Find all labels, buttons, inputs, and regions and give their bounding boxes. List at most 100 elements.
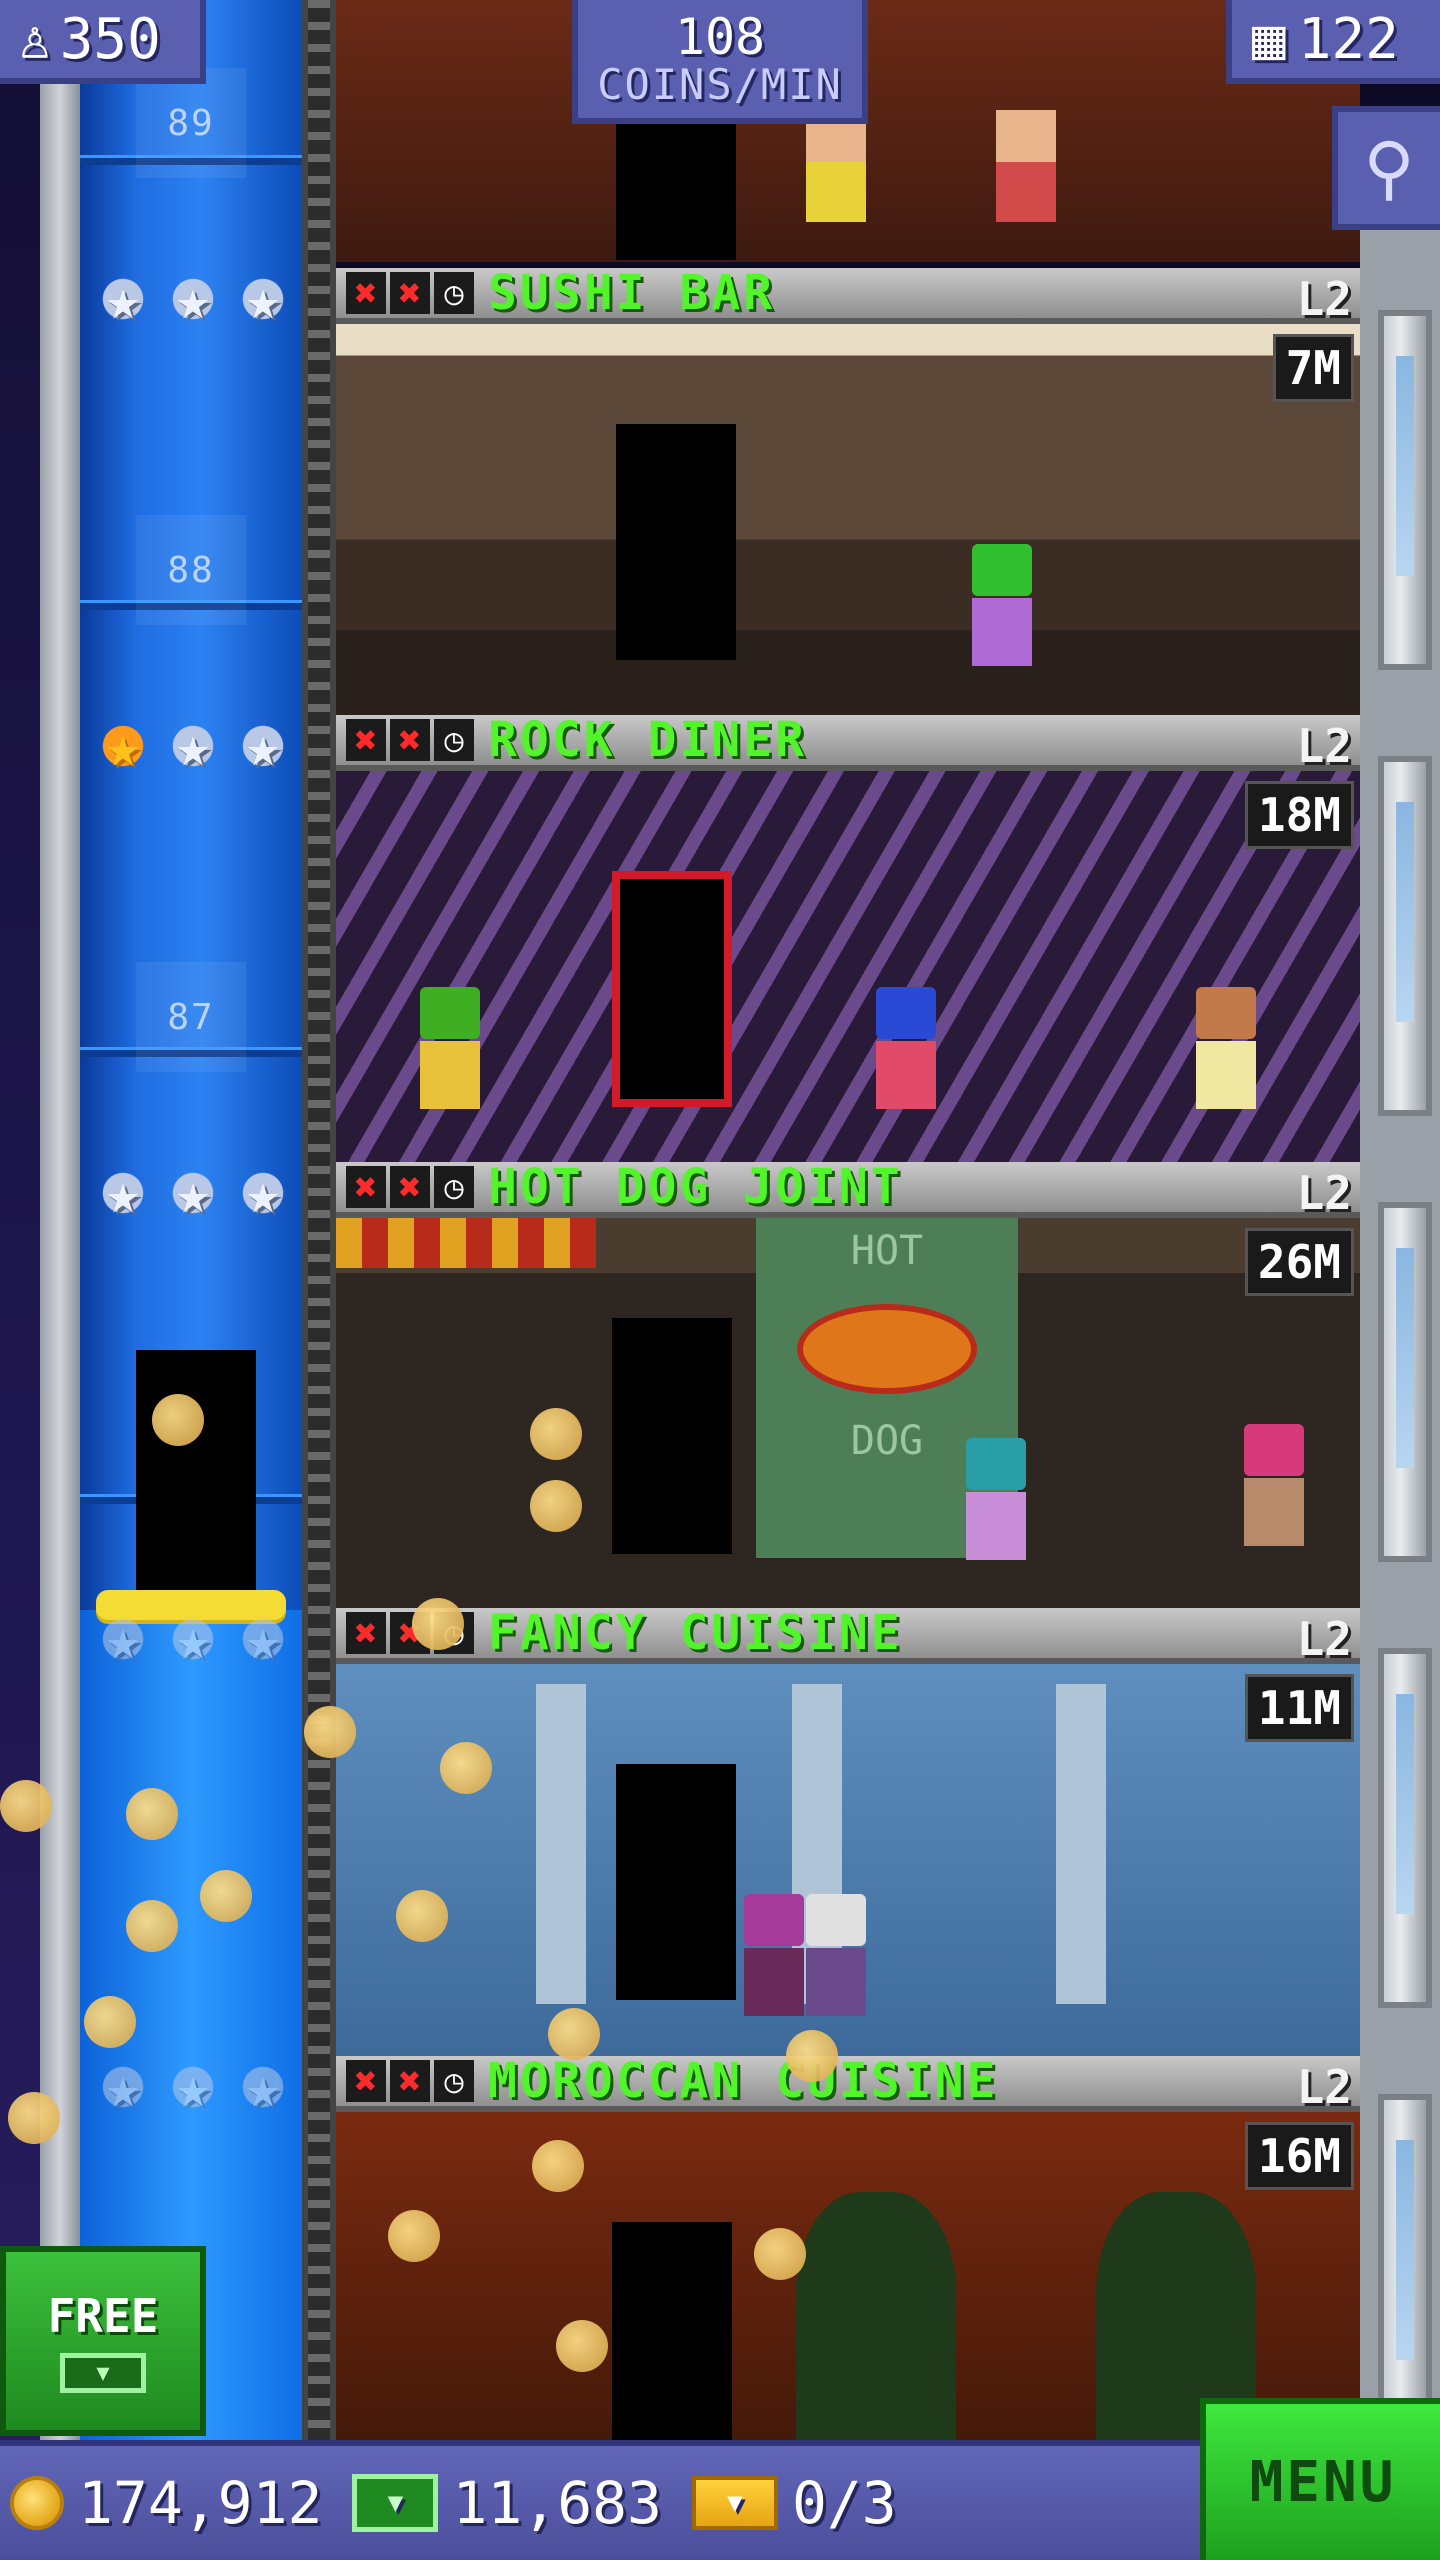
star-icon: ★ xyxy=(92,1608,154,1670)
coin-particle xyxy=(754,2228,806,2280)
population-value: 350 xyxy=(59,6,161,72)
star-icon: ★ xyxy=(162,1608,224,1670)
floor-room[interactable]: HOT DOG xyxy=(336,1218,1360,1610)
floor-room[interactable] xyxy=(336,2112,1360,2440)
free-bux-button[interactable]: FREE ▼ xyxy=(0,2246,206,2436)
coin-particle xyxy=(530,1480,582,1532)
coins-value: 174,912 xyxy=(78,2469,323,2537)
tower-right-rail xyxy=(1360,230,1440,2454)
ticket-icon: ▼ xyxy=(691,2476,778,2530)
elevator-door xyxy=(612,871,732,1107)
visitor[interactable] xyxy=(420,987,480,1109)
star-icon: ★ xyxy=(162,715,224,777)
elevator-door xyxy=(612,1318,732,1554)
floor-name: SUSHI BAR xyxy=(488,268,776,321)
bux-icon: ▼ xyxy=(352,2474,439,2532)
coin-particle xyxy=(8,2092,60,2144)
star-icon: ★ xyxy=(92,268,154,330)
close-icon: ✖ xyxy=(390,2059,430,2103)
coins-display[interactable]: 174,912 xyxy=(10,2469,322,2537)
floor-name: FANCY CUISINE xyxy=(488,1608,903,1661)
zoom-button[interactable]: ⚲ xyxy=(1332,106,1440,230)
visitor[interactable] xyxy=(972,544,1032,666)
floor-room[interactable] xyxy=(336,1664,1360,2056)
floor-stars: ★ ★ ★ xyxy=(92,1608,294,1678)
close-icon: ✖ xyxy=(390,718,430,762)
floor-moroccan-cuisine[interactable]: ✖ ✖ ◷ MOROCCAN CUISINE L2 16M xyxy=(336,2056,1360,2440)
tower-outer-rail xyxy=(40,0,80,2440)
star-icon: ★ xyxy=(162,1162,224,1224)
visitor[interactable] xyxy=(744,1894,804,2016)
coin-particle xyxy=(412,1598,464,1650)
visitor[interactable] xyxy=(1196,987,1256,1109)
star-gold-icon: ★ xyxy=(92,715,154,777)
coin-particle xyxy=(152,1394,204,1446)
floor-price: 26M xyxy=(1244,1228,1354,1296)
visitor[interactable] xyxy=(966,1438,1026,1560)
person-icon: ♙ xyxy=(18,6,52,72)
star-icon: ★ xyxy=(92,1162,154,1224)
close-icon: ✖ xyxy=(346,1611,386,1655)
close-icon: ✖ xyxy=(390,1165,430,1209)
floor-stars: ★ ★ ★ xyxy=(92,268,294,338)
coin-particle xyxy=(396,1890,448,1942)
floor-level: L2 xyxy=(1296,1166,1352,1220)
visitor[interactable] xyxy=(1244,1424,1304,1546)
coin-particle xyxy=(126,1900,178,1952)
floor-header[interactable]: ✖ ✖ ◷ SUSHI BAR L2 xyxy=(336,268,1360,326)
population-counter[interactable]: ♙ 350 xyxy=(0,0,206,84)
free-label: FREE xyxy=(47,2289,159,2343)
star-icon: ★ xyxy=(232,1608,294,1670)
floor-rock-diner[interactable]: ✖ ✖ ◷ ROCK DINER L2 18M xyxy=(336,715,1360,1163)
star-icon: ★ xyxy=(232,715,294,777)
menu-button[interactable]: MENU xyxy=(1200,2398,1440,2560)
floor-price: 16M xyxy=(1244,2122,1354,2190)
visitor[interactable] xyxy=(876,987,936,1109)
floor-header[interactable]: ✖ ✖ ◷ HOT DOG JOINT L2 xyxy=(336,1162,1360,1220)
floor-price: 18M xyxy=(1244,781,1354,849)
shaft-floor-number: 88 xyxy=(136,515,246,625)
floor-price: 11M xyxy=(1244,1674,1354,1742)
star-icon: ★ xyxy=(162,2056,224,2118)
space-background xyxy=(0,0,40,2560)
floor-header[interactable]: ✖ ✖ ◷ FANCY CUISINE L2 xyxy=(336,1608,1360,1666)
coin-icon xyxy=(10,2476,64,2530)
coins-per-min-value: 108 xyxy=(674,7,766,66)
floor-level: L2 xyxy=(1296,2060,1352,2114)
coins-per-min-display: 108 COINS/MIN xyxy=(572,0,868,124)
floor-room[interactable] xyxy=(336,771,1360,1163)
floor-sushi-bar[interactable]: ✖ ✖ ◷ SUSHI BAR L2 7M xyxy=(336,268,1360,716)
bux-value: 11,683 xyxy=(452,2469,662,2537)
magnifier-icon: ⚲ xyxy=(1363,127,1415,209)
floor-hot-dog-joint[interactable]: ✖ ✖ ◷ HOT DOG JOINT L2 26M HOT DOG xyxy=(336,1162,1360,1610)
elevator-door xyxy=(612,2222,732,2440)
star-icon: ★ xyxy=(162,268,224,330)
close-icon: ✖ xyxy=(346,2059,386,2103)
coin-particle xyxy=(200,1870,252,1922)
close-icon: ✖ xyxy=(390,271,430,315)
coin-particle xyxy=(0,1780,52,1832)
floor-fancy-cuisine[interactable]: ✖ ✖ ◷ FANCY CUISINE L2 11M xyxy=(336,1608,1360,2056)
floor-name: HOT DOG JOINT xyxy=(488,1162,903,1215)
coin-particle xyxy=(126,1788,178,1840)
floor-counter[interactable]: ▦ 122 xyxy=(1226,0,1440,84)
elevator-car[interactable] xyxy=(136,1350,256,1600)
bux-display[interactable]: ▼ 11,683 xyxy=(352,2469,662,2537)
floor-name: MOROCCAN CUISINE xyxy=(488,2056,999,2109)
coin-particle xyxy=(388,2210,440,2262)
close-icon: ✖ xyxy=(346,271,386,315)
close-icon: ✖ xyxy=(346,718,386,762)
floor-level: L2 xyxy=(1296,719,1352,773)
floor-header[interactable]: ✖ ✖ ◷ MOROCCAN CUISINE L2 xyxy=(336,2056,1360,2114)
bux-icon: ▼ xyxy=(60,2353,146,2393)
visitor[interactable] xyxy=(806,1894,866,2016)
floor-level: L2 xyxy=(1296,272,1352,326)
close-icon: ✖ xyxy=(346,1165,386,1209)
floor-room[interactable] xyxy=(336,324,1360,716)
coin-particle xyxy=(84,1996,136,2048)
floor-header[interactable]: ✖ ✖ ◷ ROCK DINER L2 xyxy=(336,715,1360,773)
coin-particle xyxy=(530,1408,582,1460)
tickets-display[interactable]: ▼ 0/3 xyxy=(691,2469,897,2537)
floor-price: 7M xyxy=(1272,334,1354,402)
building-icon: ▦ xyxy=(1252,6,1286,72)
